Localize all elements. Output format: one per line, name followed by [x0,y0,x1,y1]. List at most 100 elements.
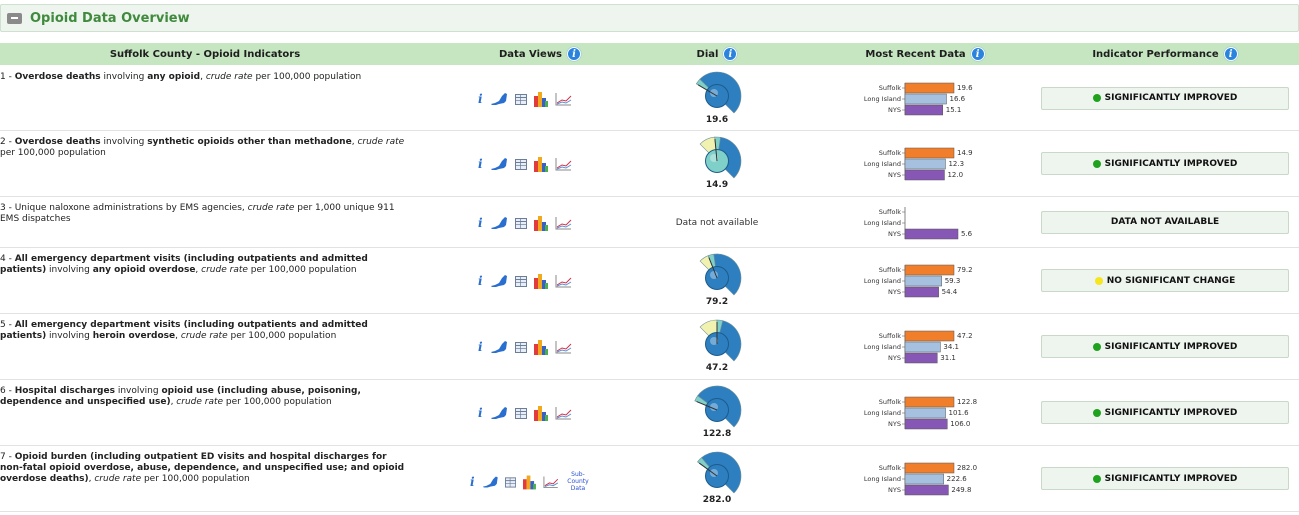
bar-chart-icon[interactable] [533,91,548,107]
indicator-description[interactable]: 4 - All emergency department visits (inc… [0,254,410,276]
ny-state-map-icon[interactable] [490,274,508,288]
sub-county-data-link[interactable]: Sub-County Data [566,471,590,492]
bar-value-label: 47.2 [957,332,973,340]
bar-category-label: NYS [888,230,901,238]
trend-line-icon[interactable] [555,274,572,288]
bar-value-label: 5.6 [961,230,973,238]
info-icon[interactable]: i [478,274,483,288]
bar-chart-icon[interactable] [533,339,548,355]
most-recent-data-chart[interactable]: Suffolk 282.0 Long Island 222.6 NYS 249.8 [845,462,1025,496]
bar-mark [904,396,955,408]
bar-mark [904,341,941,353]
info-icon[interactable]: i [970,47,985,61]
table-icon[interactable] [514,217,527,229]
description-segment: per 100,000 population [141,474,250,484]
ny-state-map-icon[interactable] [482,475,499,489]
most-recent-data-chart[interactable]: Suffolk 122.8 Long Island 101.6 NYS 106.0 [845,396,1025,430]
info-icon[interactable]: i [478,157,483,171]
most-recent-data-chart[interactable]: Suffolk 79.2 Long Island 59.3 NYS 54.4 [845,264,1025,298]
ny-state-map-icon[interactable] [490,216,508,230]
dial-value: 122.8 [702,429,732,439]
indicator-description[interactable]: 6 - Hospital discharges involving opioid… [0,386,410,408]
bar-chart-icon[interactable] [533,405,548,421]
recent-data-column-label: Most Recent Data [865,48,966,60]
indicator-performance-status[interactable]: NO SIGNIFICANT CHANGE [1041,269,1289,292]
indicator-description[interactable]: 3 - Unique naloxone administrations by E… [0,203,410,225]
bar-category-label: NYS [888,354,901,362]
most-recent-data-chart[interactable]: Suffolk 19.6 Long Island 16.6 NYS 15.1 [845,82,1025,116]
bar-chart-icon[interactable] [533,215,548,231]
bar-chart-icon[interactable] [533,273,548,289]
indicator-performance-status[interactable]: SIGNIFICANTLY IMPROVED [1041,335,1289,358]
recent-data-column-header: Most Recent Data i [820,43,1030,65]
table-icon[interactable] [514,407,527,419]
indicator-performance-status[interactable]: SIGNIFICANTLY IMPROVED [1041,467,1289,490]
info-icon[interactable]: i [470,475,475,489]
info-icon[interactable]: i [723,47,738,61]
indicator-performance-status[interactable]: SIGNIFICANTLY IMPROVED [1041,152,1289,175]
ny-state-map-icon[interactable] [490,92,508,106]
description-segment: 2 - [0,137,15,147]
indicator-description[interactable]: 2 - Overdose deaths involving synthetic … [0,137,410,159]
status-dot-icon [1092,342,1101,351]
dial-gauge[interactable] [690,385,744,435]
trend-line-icon[interactable] [543,475,559,489]
ny-state-map-icon[interactable] [490,340,508,354]
indicator-performance-status[interactable]: SIGNIFICANTLY IMPROVED [1041,86,1289,110]
bar-mark [904,228,959,239]
performance-label: DATA NOT AVAILABLE [1110,217,1220,227]
bar-chart-icon[interactable] [533,156,548,172]
indicator-performance-status[interactable]: SIGNIFICANTLY IMPROVED [1041,401,1289,424]
indicator-description[interactable]: 1 - Overdose deaths involving any opioid… [0,72,410,83]
opioid-overview-panel-header: Opioid Data Overview [0,4,1299,32]
bar-value-label: 122.8 [957,398,977,406]
dial-gauge[interactable] [690,253,744,303]
info-icon[interactable]: i [1223,47,1238,61]
indicator-description[interactable]: 5 - All emergency department visits (inc… [0,320,410,342]
info-icon[interactable]: i [478,340,483,354]
trend-line-icon[interactable] [555,406,572,420]
bar-value-label: 19.6 [957,84,973,92]
ny-state-map-icon[interactable] [490,406,508,420]
most-recent-data-chart[interactable]: Suffolk Long Island NYS 5.6 [845,206,1025,240]
dial-gauge[interactable] [690,71,744,121]
table-icon[interactable] [514,93,527,105]
dial-gauge[interactable] [690,451,744,501]
bar-value-label: 15.1 [946,106,962,114]
table-icon[interactable] [514,275,527,287]
trend-line-icon[interactable] [555,340,572,354]
collapse-button[interactable] [7,12,22,24]
table-icon[interactable] [514,158,527,170]
description-segment: 6 - [0,386,15,396]
bar-value-label: 249.8 [951,486,971,494]
indicator-description[interactable]: 7 - Opioid burden (including outpatient … [0,452,410,485]
info-icon[interactable]: i [478,216,483,230]
data-views-icons: i [478,91,598,107]
table-icon[interactable] [514,341,527,353]
status-dot-icon [1094,276,1103,285]
data-views-column-header: Data Views i [470,43,610,65]
info-icon[interactable]: i [567,47,582,61]
indicator-row: 1 - Overdose deaths involving any opioid… [0,66,1299,131]
trend-line-icon[interactable] [555,92,572,106]
indicator-row: 3 - Unique naloxone administrations by E… [0,197,1299,248]
data-views-icons: i [478,405,598,421]
most-recent-data-chart[interactable]: Suffolk 14.9 Long Island 12.3 NYS 12.0 [845,147,1025,181]
ny-state-map-icon[interactable] [490,157,508,171]
bar-chart-icon[interactable] [523,474,537,490]
table-icon[interactable] [505,476,517,488]
bar-category-label: NYS [888,420,901,428]
trend-line-icon[interactable] [555,157,572,171]
bar-mark [904,462,955,474]
indicator-performance-status[interactable]: DATA NOT AVAILABLE [1041,210,1289,234]
trend-line-icon[interactable] [555,216,572,230]
most-recent-data-chart[interactable]: Suffolk 47.2 Long Island 34.1 NYS 31.1 [845,330,1025,364]
info-icon[interactable]: i [478,406,483,420]
info-icon[interactable]: i [478,92,483,106]
bar-value-label: 14.9 [957,149,973,157]
dial-gauge[interactable] [690,136,744,186]
indicator-row: 5 - All emergency department visits (inc… [0,314,1299,380]
bar-category-label: Long Island [864,277,901,285]
dial-gauge[interactable] [690,319,744,369]
indicators-column-header: Suffolk County - Opioid Indicators [0,43,410,65]
